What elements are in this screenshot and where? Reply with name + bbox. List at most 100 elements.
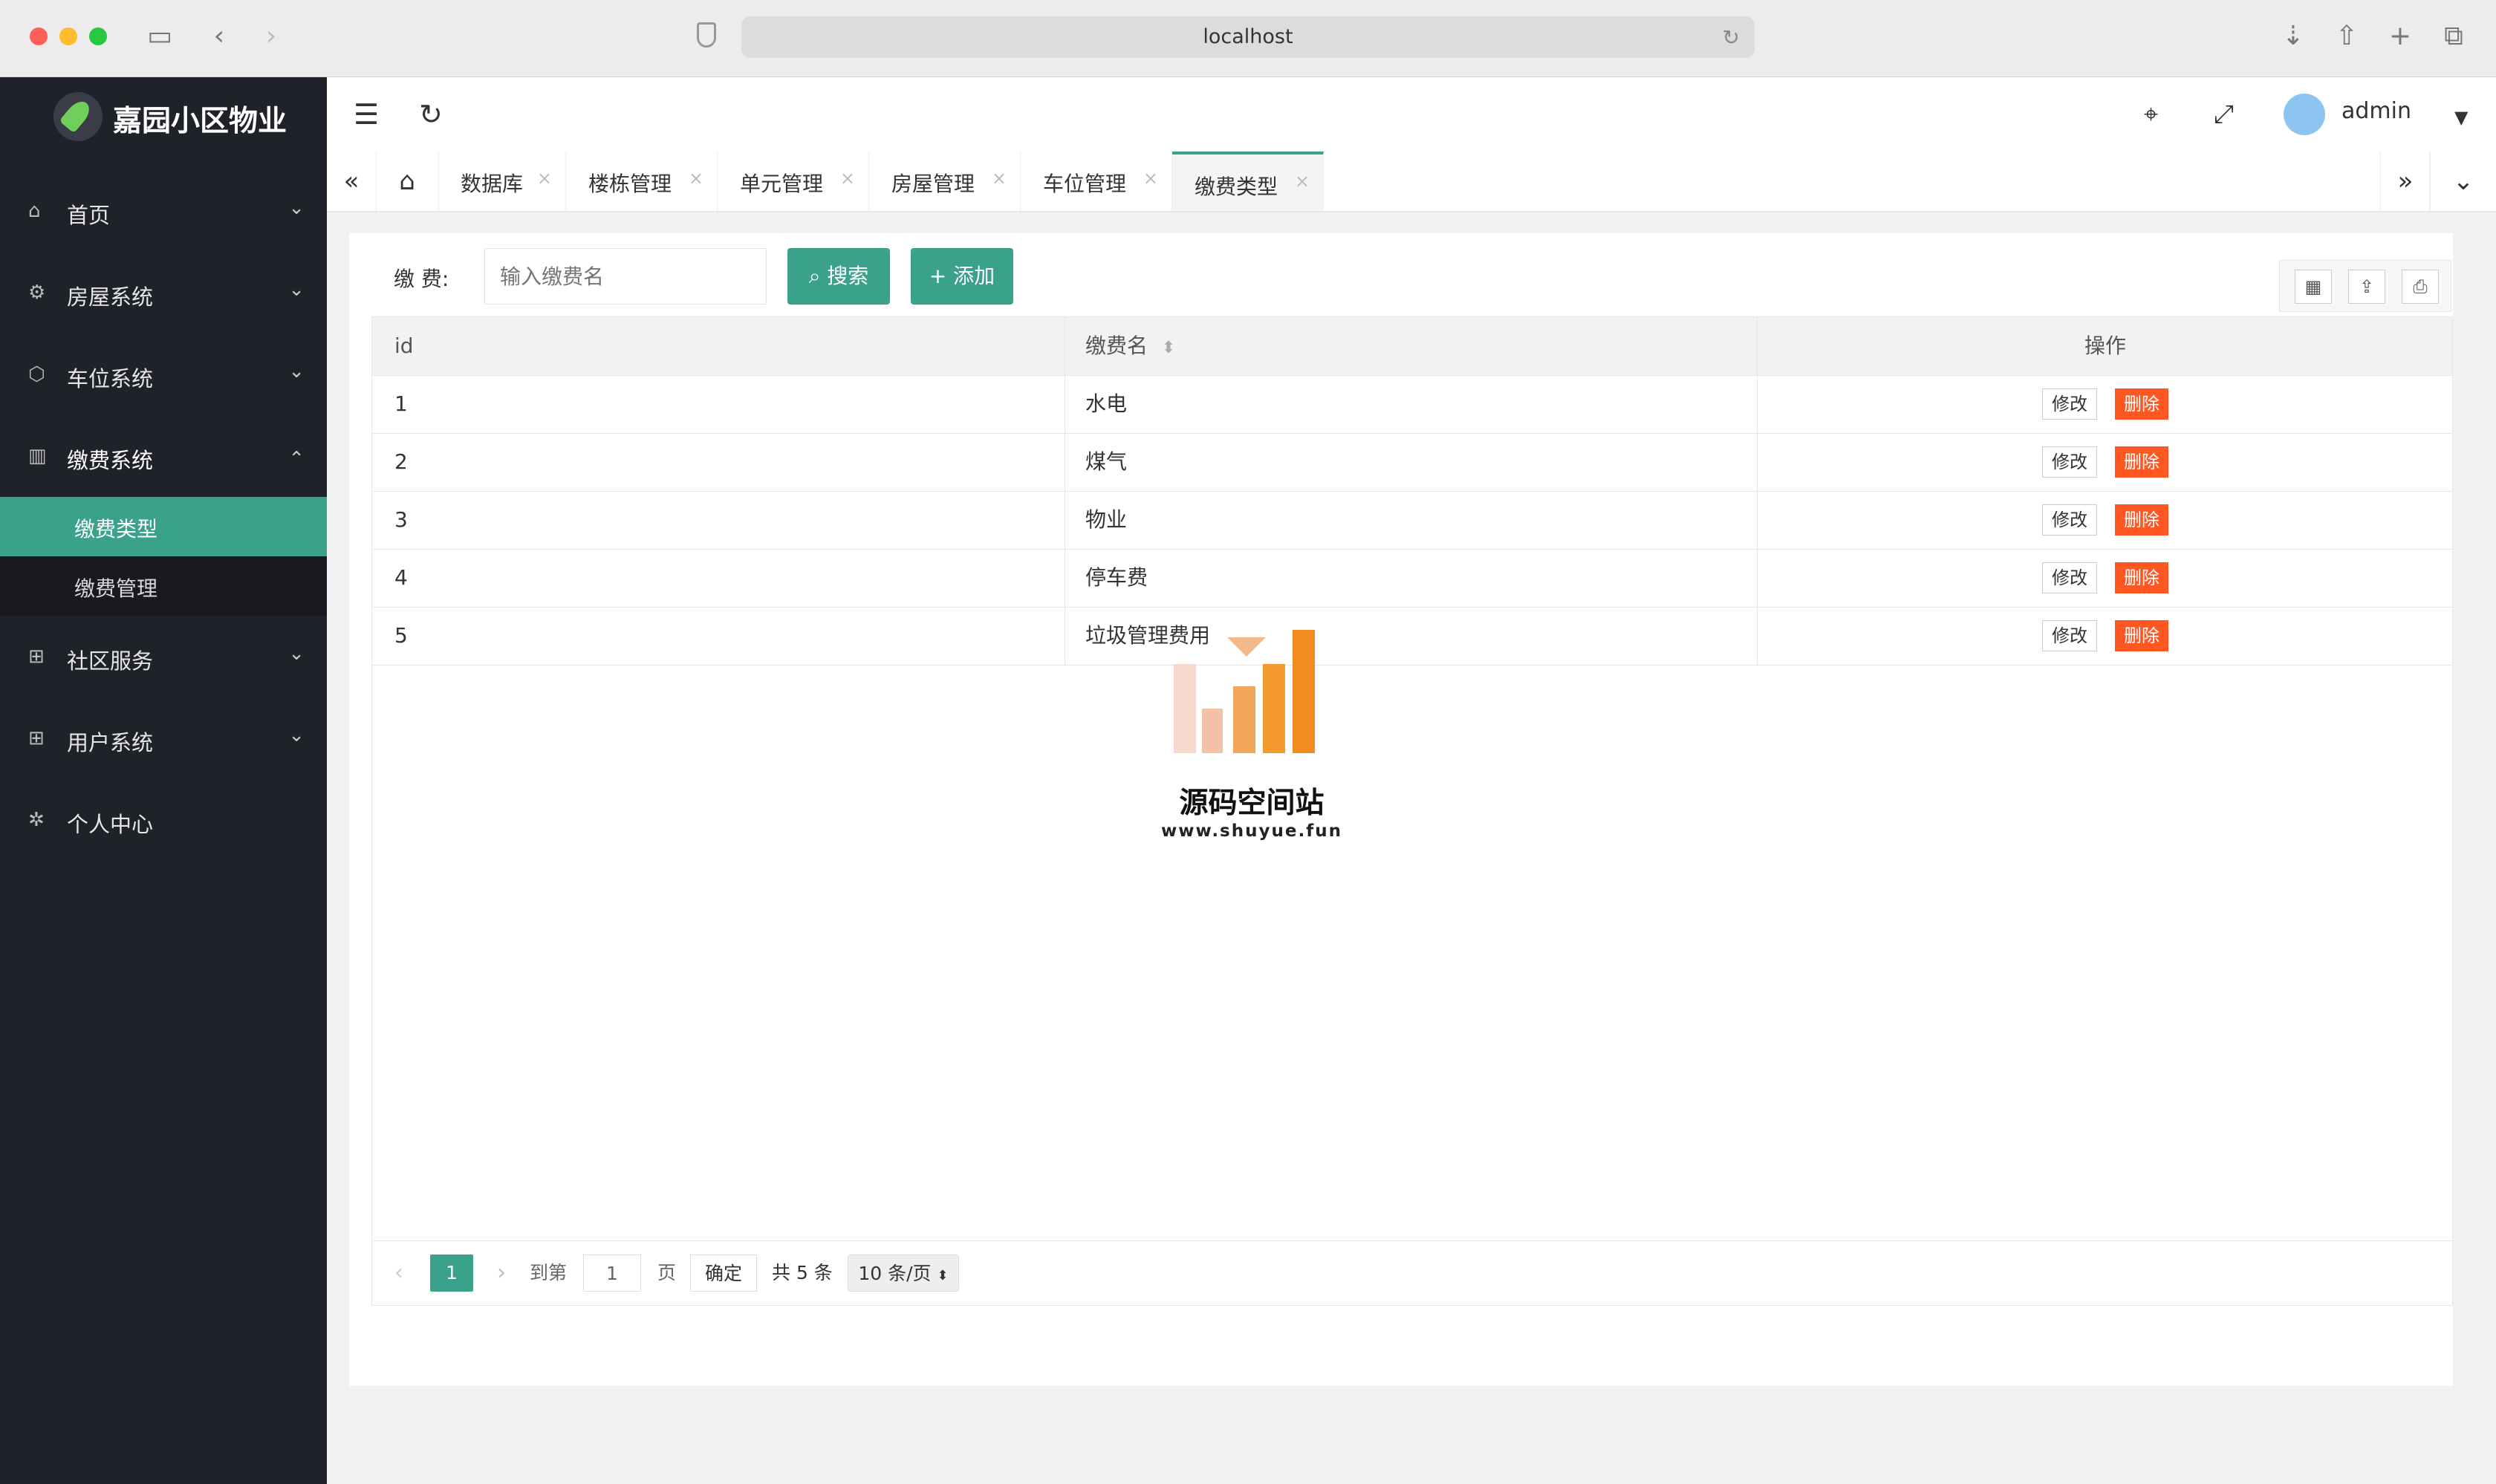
tab-parking-management[interactable]: 车位管理 × [1021, 152, 1172, 211]
sidebar-item-users[interactable]: ⊞ 用户系统 ⌄ [0, 697, 327, 779]
page-size-select[interactable]: 10 条/页 ⬍ [848, 1254, 959, 1292]
sidebar-subitem-payment-type[interactable]: 缴费类型 [0, 497, 327, 556]
export-icon[interactable]: ⇪ [2348, 270, 2385, 304]
payment-name-search-input[interactable] [484, 248, 767, 305]
tab-building-management[interactable]: 楼栋管理 × [566, 152, 718, 211]
building-icon: ▥ [28, 445, 47, 467]
next-page-icon[interactable]: › [497, 1254, 506, 1292]
total-count: 共 5 条 [772, 1262, 833, 1283]
app-logo[interactable]: 嘉园小区物业 [0, 77, 327, 154]
sidebar-item-label: 车位系统 [67, 366, 154, 391]
share-icon[interactable]: ⇧ [2331, 21, 2362, 52]
page-number-current[interactable]: 1 [430, 1254, 473, 1292]
sort-icon[interactable]: ⬍ [1162, 339, 1175, 357]
close-icon[interactable]: × [840, 168, 855, 189]
edit-button[interactable]: 修改 [2042, 388, 2097, 420]
payment-type-table: id 缴费名 ⬍ 操作 1 水电 修改 删除 2 煤气 修改 删除 3 物业 修… [371, 316, 2453, 1306]
cell-id: 5 [394, 623, 408, 648]
sidebar-toggle-icon[interactable]: ▭ [144, 21, 175, 52]
tab-house-management[interactable]: 房屋管理 × [869, 152, 1021, 211]
new-tab-icon[interactable]: + [2385, 21, 2416, 52]
edit-button[interactable]: 修改 [2042, 562, 2097, 593]
sidebar-item-label: 房屋系统 [67, 284, 154, 310]
close-icon[interactable]: × [1143, 168, 1158, 189]
tab-home-icon[interactable]: ⌂ [376, 152, 439, 211]
columns-filter-icon[interactable]: ▦ [2295, 270, 2332, 304]
tab-payment-type[interactable]: 缴费类型 × [1172, 152, 1324, 211]
tab-overview-icon[interactable]: ⧉ [2438, 21, 2469, 52]
page-reload-icon[interactable]: ↻ [1723, 25, 1740, 50]
delete-button[interactable]: 删除 [2115, 388, 2168, 420]
tab-unit-management[interactable]: 单元管理 × [718, 152, 869, 211]
sidebar-item-label: 首页 [67, 203, 111, 228]
minimize-window-button[interactable] [59, 27, 77, 45]
forward-icon[interactable]: › [256, 21, 287, 52]
close-icon[interactable]: × [992, 168, 1007, 189]
browser-toolbar: ▭ ‹ › localhost ↻ ⇣ ⇧ + ⧉ [0, 0, 2496, 77]
search-button[interactable]: ⌕ 搜索 [787, 248, 890, 305]
delete-button[interactable]: 删除 [2115, 620, 2168, 651]
delete-button[interactable]: 删除 [2115, 504, 2168, 536]
cell-id: 2 [394, 449, 408, 474]
rocket-logo-icon [53, 92, 103, 141]
table-row: 2 煤气 修改 删除 [372, 433, 2452, 492]
url-text: localhost [1203, 25, 1293, 48]
column-divider [1757, 317, 1758, 665]
zoom-window-button[interactable] [89, 27, 107, 45]
user-dropdown-icon[interactable]: ▼ [2454, 101, 2468, 134]
close-window-button[interactable] [30, 27, 48, 45]
fullscreen-icon[interactable]: ⤢ [2214, 98, 2234, 131]
confirm-page-button[interactable]: 确定 [690, 1254, 757, 1292]
sidebar-item-profile[interactable]: ✲ 个人中心 [0, 779, 327, 861]
avatar[interactable] [2284, 94, 2325, 135]
page-tabs: « ⌂ 数据库 × 楼栋管理 × 单元管理 × 房屋管理 × 车位管理 × 缴费… [327, 152, 2496, 212]
sidebar-item-community[interactable]: ⊞ 社区服务 ⌄ [0, 616, 327, 697]
table-header: id 缴费名 ⬍ 操作 [372, 317, 2452, 376]
sidebar-subitem-payment-management[interactable]: 缴费管理 [0, 556, 327, 616]
tab-database[interactable]: 数据库 × [438, 152, 566, 211]
print-icon[interactable]: ⎙ [2402, 270, 2439, 304]
tab-label: 数据库 [461, 172, 524, 196]
watermark: 源码空间站 www.shuyue.fun [1159, 630, 1345, 847]
refresh-icon[interactable]: ↻ [419, 98, 443, 131]
watermark-title: 源码空间站 [1179, 787, 1325, 820]
menu-collapse-icon[interactable]: ☰ [354, 98, 379, 131]
plus-icon: + [929, 264, 947, 288]
chevron-down-icon: ⌄ [288, 642, 305, 665]
column-header-name[interactable]: 缴费名 ⬍ [1085, 317, 1175, 375]
edit-button[interactable]: 修改 [2042, 620, 2097, 651]
add-button[interactable]: + 添加 [911, 248, 1013, 305]
column-header-id: id [394, 333, 414, 358]
sidebar-item-housing[interactable]: ⚙ 房屋系统 ⌄ [0, 252, 327, 333]
privacy-shield-icon[interactable] [697, 22, 716, 48]
cell-name: 煤气 [1085, 449, 1128, 474]
sidebar-subitem-label: 缴费类型 [74, 517, 158, 541]
tabs-scroll-right-icon[interactable]: » [2380, 152, 2431, 211]
address-bar[interactable]: localhost ↻ [741, 16, 1755, 58]
watermark-url: www.shuyue.fun [1161, 821, 1342, 841]
tab-label: 楼栋管理 [588, 172, 672, 196]
close-icon[interactable]: × [1295, 171, 1310, 192]
sidebar-item-parking[interactable]: ⬡ 车位系统 ⌄ [0, 333, 327, 415]
table-toolbar: ▦ ⇪ ⎙ [2279, 260, 2451, 312]
close-icon[interactable]: × [689, 168, 703, 189]
cell-name: 停车费 [1085, 565, 1148, 590]
back-icon[interactable]: ‹ [204, 21, 235, 52]
tabs-scroll-left-icon[interactable]: « [327, 152, 377, 211]
edit-button[interactable]: 修改 [2042, 446, 2097, 478]
table-row: 5 垃圾管理费用 修改 删除 [372, 607, 2452, 665]
delete-button[interactable]: 删除 [2115, 446, 2168, 478]
download-icon[interactable]: ⇣ [2278, 21, 2309, 52]
tab-label: 房屋管理 [891, 172, 975, 196]
sidebar-item-payment[interactable]: ▥ 缴费系统 ⌃ [0, 415, 327, 497]
tag-icon[interactable]: ⌖ [2144, 98, 2158, 131]
table-row: 4 停车费 修改 删除 [372, 549, 2452, 608]
goto-page-input[interactable]: 1 [583, 1254, 641, 1292]
user-name[interactable]: admin [2341, 98, 2411, 124]
tabs-menu-chevron-down-icon[interactable]: ⌄ [2429, 152, 2496, 211]
prev-page-icon[interactable]: ‹ [394, 1254, 403, 1292]
delete-button[interactable]: 删除 [2115, 562, 2168, 593]
close-icon[interactable]: × [537, 168, 552, 189]
edit-button[interactable]: 修改 [2042, 504, 2097, 536]
sidebar-item-home[interactable]: ⌂ 首页 ⌄ [0, 170, 327, 252]
